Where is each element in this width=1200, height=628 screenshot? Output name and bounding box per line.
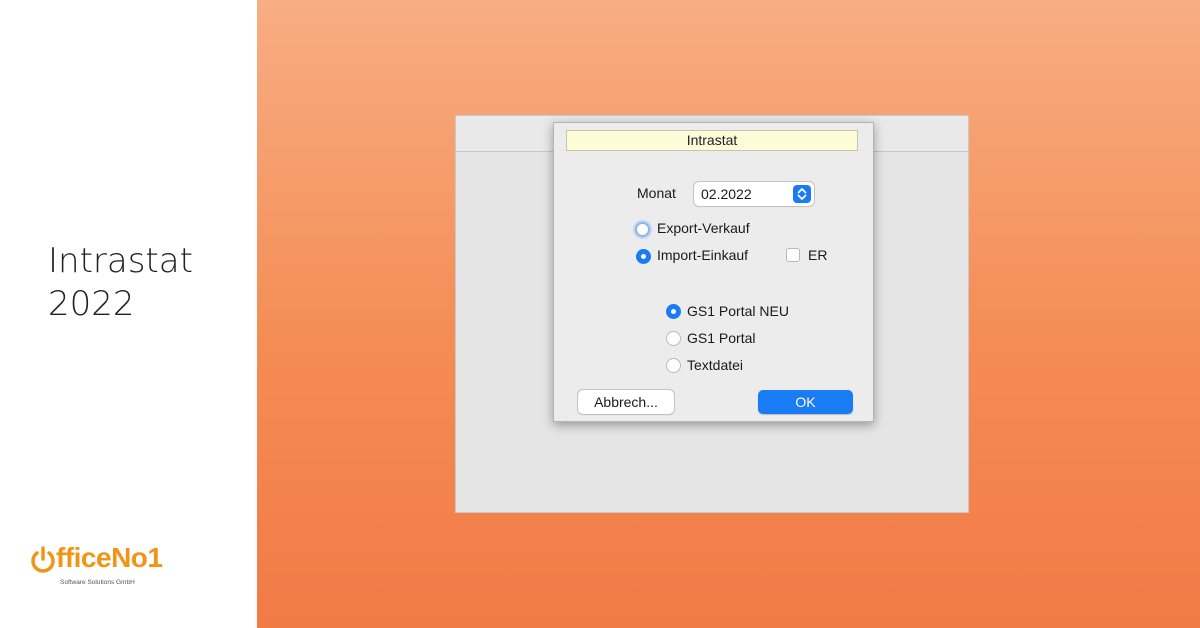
import-einkauf-radio[interactable] — [636, 249, 651, 264]
headline-line-1: Intrastat — [48, 241, 193, 281]
month-select-value: 02.2022 — [701, 186, 752, 202]
logo-wordmark: fficeNo1 — [56, 542, 163, 573]
logo-tagline: Software Solutions GmbH — [60, 579, 135, 586]
chevron-updown-icon[interactable] — [793, 185, 811, 203]
export-verkauf-label: Export-Verkauf — [657, 220, 750, 236]
power-icon — [31, 546, 55, 573]
gs1-portal-radio[interactable] — [666, 331, 681, 346]
gs1-portal-neu-radio[interactable] — [666, 304, 681, 319]
left-panel: Intrastat 2022 fficeNo1 Software Solutio… — [0, 0, 257, 628]
ok-button[interactable]: OK — [758, 390, 853, 414]
month-label: Monat — [637, 185, 676, 201]
export-verkauf-radio[interactable] — [635, 222, 650, 237]
er-label: ER — [808, 247, 828, 263]
gs1-portal-label: GS1 Portal — [687, 330, 756, 346]
er-checkbox[interactable] — [786, 248, 800, 262]
dialog-title: Intrastat — [566, 130, 858, 151]
headline: Intrastat 2022 — [48, 240, 193, 326]
import-einkauf-label: Import-Einkauf — [657, 247, 749, 263]
month-select[interactable]: 02.2022 — [694, 182, 814, 206]
gs1-portal-neu-label: GS1 Portal NEU — [687, 303, 789, 319]
intrastat-dialog: Intrastat Monat 02.2022 Export-Verkauf I… — [553, 122, 874, 422]
cancel-button[interactable]: Abbrech... — [578, 390, 674, 414]
textdatei-label: Textdatei — [687, 357, 744, 373]
company-logo: fficeNo1 Software Solutions GmbH — [30, 542, 190, 590]
textdatei-radio[interactable] — [666, 358, 681, 373]
headline-line-2: 2022 — [48, 284, 135, 324]
